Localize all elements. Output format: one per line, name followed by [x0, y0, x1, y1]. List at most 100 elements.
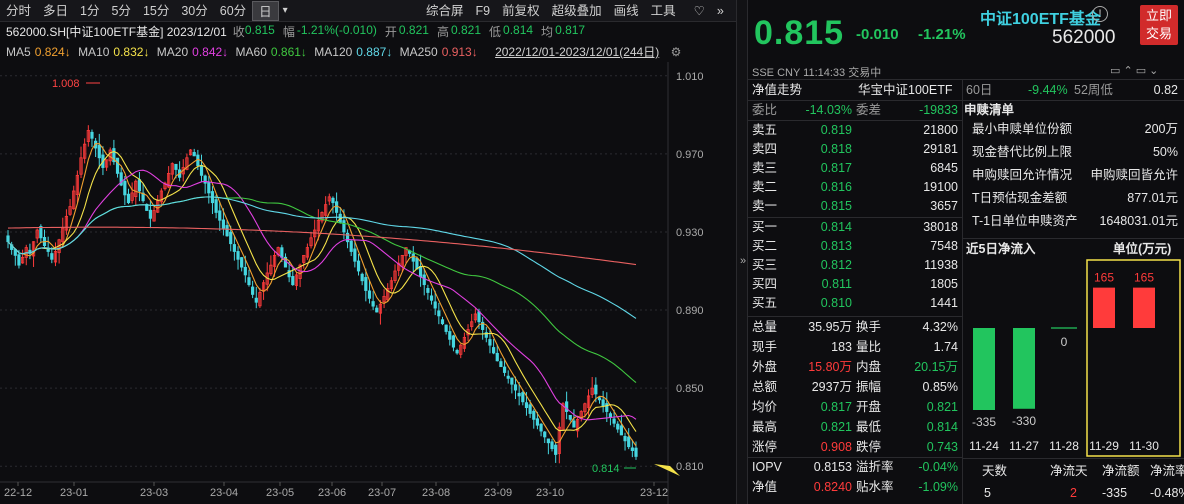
redeem-row: 现金替代比例上限 50%	[964, 143, 1184, 162]
bid-label: 买四	[752, 277, 778, 291]
stat-label: 总额	[752, 380, 778, 394]
stat-value: 1.74	[933, 340, 958, 354]
bid-row[interactable]: 买一 0.814 38018	[748, 218, 962, 237]
bid-row[interactable]: 买四 0.811 1805	[748, 275, 962, 294]
stat-value: 0.817	[820, 400, 852, 414]
period-tab-multiday[interactable]: 多日	[37, 1, 74, 21]
high-label: 高	[436, 25, 449, 39]
ma250-line	[7, 226, 637, 266]
candle-body	[335, 201, 339, 213]
candlestick-chart[interactable]: 1.010 0.970 0.930 0.890 0.850 0.810 22-12 23-01…	[0, 62, 736, 504]
trade-now-button[interactable]: 立即交易	[1140, 5, 1178, 45]
last-price: 0.815	[754, 14, 845, 52]
candle-body	[524, 402, 529, 409]
net-inflow-chart: -335 11-24 -330 11-27 0 11-28 165 11-29 165 11-30	[969, 259, 1181, 457]
ask-price: 0.817	[820, 161, 852, 175]
chart-svg: 1.010 0.970 0.930 0.890 0.850 0.810 22-12 23-01…	[0, 62, 704, 504]
candle-body	[422, 274, 426, 286]
candle-body	[411, 253, 415, 262]
candle-body	[236, 251, 240, 260]
ask-price: 0.819	[820, 123, 852, 137]
avg-label: 均	[541, 25, 554, 39]
tools-button[interactable]: 工具	[645, 1, 682, 21]
candle-body	[630, 447, 634, 451]
stat-row: 涨停 0.908 跌停 0.743	[748, 438, 962, 457]
composite-screen-button[interactable]: 综合屏	[420, 1, 470, 21]
flow-date-label: 11-29	[1089, 439, 1119, 453]
draw-line-button[interactable]: 画线	[608, 1, 645, 21]
panel-collapse-strip[interactable]: »	[736, 0, 748, 504]
candle-body	[331, 197, 335, 204]
candle-body	[437, 310, 441, 317]
flow-date-label: 11-27	[1009, 439, 1039, 453]
bid-price: 0.811	[821, 277, 852, 291]
ask-label: 卖三	[752, 161, 778, 175]
ma10-line	[7, 150, 637, 432]
flow-table-value: 2	[1070, 486, 1077, 500]
period-tab-intraday[interactable]: 分时	[0, 1, 37, 21]
ma60-value: 0.861↓	[270, 45, 307, 59]
low-annotation: 0.814	[592, 463, 620, 475]
fund-code: 562000	[1052, 27, 1116, 48]
bid-volume: 38018	[923, 220, 958, 234]
bid-volume: 1805	[930, 277, 958, 291]
flow-value-label: -335	[972, 415, 996, 429]
candle-body	[349, 240, 353, 252]
range-label: 幅	[282, 25, 295, 39]
price-change-pct: -1.21%	[918, 26, 966, 43]
open-label: 开	[384, 25, 397, 39]
bid-row[interactable]: 买三 0.812 11938	[748, 256, 962, 275]
period-tab-15min[interactable]: 15分	[137, 1, 175, 21]
candle-body	[539, 423, 543, 432]
period-tab-30min[interactable]: 30分	[175, 1, 213, 21]
stat-label: 最低	[856, 420, 882, 434]
stat-label: 溢折率	[856, 460, 894, 474]
period-tab-5min[interactable]: 5分	[105, 1, 136, 21]
window-icons[interactable]: ▭ ⌃ ▭ ⌄	[1110, 64, 1158, 77]
alert-icon[interactable]: !	[1092, 6, 1108, 22]
stat-value: 0.85%	[922, 380, 958, 394]
ask-row[interactable]: 卖三 0.817 6845	[748, 159, 962, 178]
gear-icon[interactable]: ⚙	[671, 45, 682, 59]
ask-row[interactable]: 卖一 0.815 3657	[748, 197, 962, 216]
f9-button[interactable]: F9	[470, 1, 497, 21]
x-tick-label: 23-05	[266, 487, 294, 499]
candle-body	[115, 157, 120, 174]
period-tab-60min[interactable]: 60分	[214, 1, 252, 21]
redeem-label: T日预估现金差额	[972, 191, 1068, 205]
period-dropdown-icon[interactable]: ▾	[279, 1, 292, 21]
candle-body	[499, 361, 503, 368]
redeem-value: 1648031.01元	[1099, 214, 1178, 228]
candle-body	[214, 199, 218, 213]
flow-value-label: 165	[1134, 271, 1154, 285]
bid-row[interactable]: 买二 0.813 7548	[748, 237, 962, 256]
heart-icon[interactable]: ♡	[688, 1, 711, 21]
close-label: 收	[232, 25, 245, 39]
bid-row[interactable]: 买五 0.810 1441	[748, 294, 962, 313]
candle-body	[502, 366, 507, 373]
bid-label: 买五	[752, 296, 778, 310]
stat-value: 20.15万	[914, 360, 958, 374]
ask-row[interactable]: 卖二 0.816 19100	[748, 178, 962, 197]
candle-body	[601, 399, 605, 407]
candle-body	[225, 225, 229, 237]
ask-row[interactable]: 卖五 0.819 21800	[748, 121, 962, 140]
nav-row[interactable]: 净值走势 华宝中证100ETF	[748, 81, 962, 100]
ma20-line	[7, 169, 637, 421]
bid-price: 0.812	[820, 258, 852, 272]
stat-row: 净值 0.8240 贴水率 -1.09%	[748, 478, 962, 497]
period-toolbar: 分时 多日 1分 5分 15分 30分 60分 日 ▾ 综合屏 F9 前复权 超…	[0, 0, 736, 22]
more-icon[interactable]: »	[711, 1, 730, 21]
period-tab-1min[interactable]: 1分	[74, 1, 105, 21]
date-range[interactable]: 2022/12/01-2023/12/01(244日)	[495, 45, 659, 59]
ask-row[interactable]: 卖四 0.818 29181	[748, 140, 962, 159]
super-overlay-button[interactable]: 超级叠加	[546, 1, 608, 21]
candle-body	[174, 163, 178, 170]
stat-value: 0.814	[926, 420, 958, 434]
forward-adjust-button[interactable]: 前复权	[496, 1, 546, 21]
period-tab-day[interactable]: 日	[252, 0, 279, 21]
ma120-value: 0.887↓	[356, 45, 393, 59]
candle-body	[597, 397, 602, 401]
flow-value-label: 0	[1061, 335, 1068, 349]
ma60-line	[7, 196, 637, 384]
